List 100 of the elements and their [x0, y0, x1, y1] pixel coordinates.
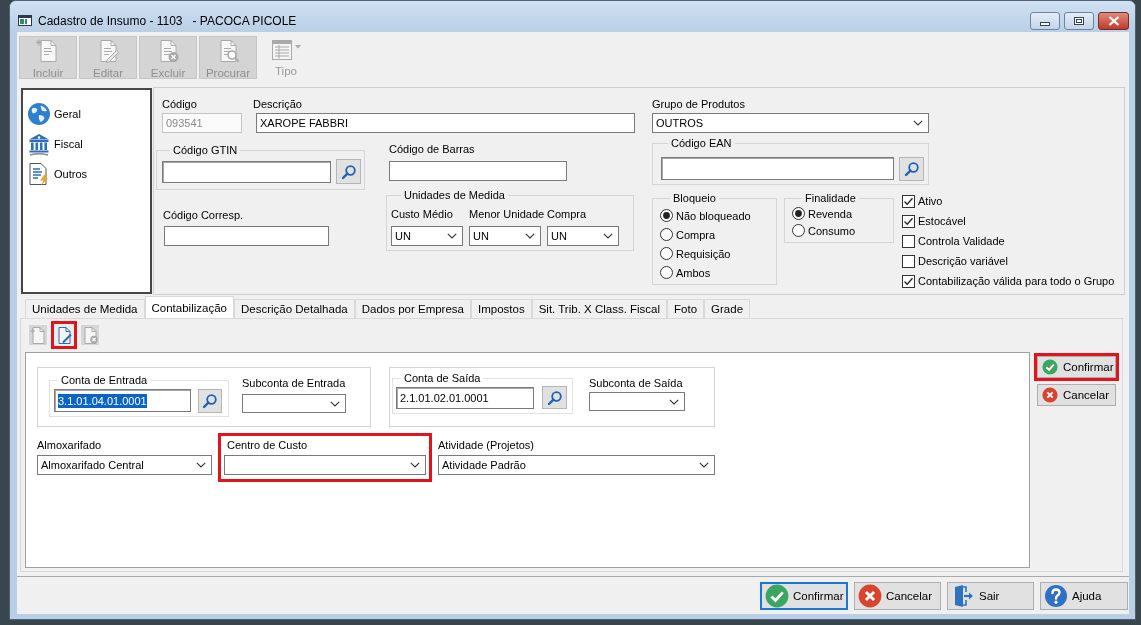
sidebar-item[interactable]: Outros: [27, 159, 150, 189]
cancel-button[interactable]: Cancelar: [1037, 384, 1116, 406]
dropdown[interactable]: UN: [547, 226, 619, 246]
group-title: Código GTIN: [172, 143, 239, 157]
tab[interactable]: Foto: [667, 299, 705, 318]
text-field[interactable]: 3.1.01.04.01.0001: [54, 389, 191, 412]
search-button[interactable]: [198, 389, 222, 413]
new-document-icon: [29, 326, 47, 344]
sidebar-item[interactable]: Fiscal: [27, 129, 150, 159]
dropdown[interactable]: [224, 455, 426, 475]
group-title: Bloqueio: [672, 191, 717, 205]
close-button[interactable]: [1098, 12, 1129, 30]
window-title: Cadastro de Insumo - 1103 - PACOCA PICOLE: [38, 14, 297, 28]
checkbox[interactable]: [902, 274, 915, 288]
radio-label: Consumo: [808, 223, 856, 238]
dropdown[interactable]: Almoxarifado Central: [37, 455, 212, 475]
text-field[interactable]: [164, 226, 329, 246]
checkbox[interactable]: [902, 194, 915, 208]
help-icon: [1044, 584, 1068, 608]
cancel-button[interactable]: Cancelar: [854, 582, 941, 610]
tab[interactable]: Contabilização: [144, 296, 234, 318]
help-button[interactable]: Ajuda: [1040, 582, 1128, 610]
checkbox[interactable]: [902, 234, 915, 248]
tab[interactable]: Dados por Empresa: [354, 299, 471, 318]
radio-button[interactable]: [660, 228, 673, 241]
chevron-down-icon: [603, 233, 613, 239]
confirm-button[interactable]: Confirmar: [1037, 356, 1116, 378]
check-circle-icon: [1042, 359, 1058, 375]
search-button[interactable]: [542, 386, 567, 409]
checkbox[interactable]: [902, 214, 915, 228]
caret-down-icon: [295, 45, 301, 49]
chevron-down-icon: [447, 233, 457, 239]
text-field[interactable]: XAROPE FABBRI: [256, 113, 635, 133]
text-field[interactable]: [162, 161, 331, 183]
radio-button[interactable]: [660, 266, 673, 279]
minimize-button[interactable]: [1030, 12, 1060, 30]
tab[interactable]: Sit. Trib. X Class. Fiscal: [531, 299, 668, 318]
radio-label: Não bloqueado: [676, 208, 751, 223]
field-label: Subconta de Entrada: [242, 376, 346, 390]
dropdown[interactable]: OUTROS: [652, 113, 929, 133]
close-icon: [1107, 16, 1120, 26]
checkbox-label: Controla Validade: [918, 234, 1005, 248]
chevron-down-icon: [330, 400, 340, 407]
document-pencil-icon: [55, 326, 73, 344]
search-button[interactable]: [336, 159, 361, 184]
group-title: Conta de Entrada: [60, 373, 149, 387]
exit-button[interactable]: Sair: [947, 582, 1034, 610]
radio-button[interactable]: [660, 209, 673, 222]
search-icon: [340, 163, 357, 180]
dropdown[interactable]: UN: [391, 226, 463, 246]
checkbox-label: Estocável: [918, 214, 966, 228]
maximize-icon: [1074, 17, 1084, 25]
chevron-down-icon: [669, 398, 679, 405]
checkbox-label: Descrição variável: [918, 254, 1008, 268]
radio-button[interactable]: [792, 224, 805, 237]
group-title: Código EAN: [670, 136, 733, 150]
app-window-icon: [18, 15, 32, 26]
chevron-down-icon: [196, 462, 206, 468]
minimize-icon: [1040, 21, 1050, 26]
field-label: Código Corresp.: [163, 208, 245, 222]
maximize-button[interactable]: [1064, 12, 1094, 30]
search-icon: [202, 393, 218, 409]
confirm-button[interactable]: Confirmar: [760, 582, 848, 610]
radio-button[interactable]: [660, 247, 673, 260]
text-field[interactable]: 2.1.01.02.01.0001: [396, 387, 534, 409]
tab[interactable]: Impostos: [471, 299, 532, 318]
dropdown[interactable]: Atividade Padrão: [438, 455, 715, 475]
group-title: Unidades de Medida: [403, 188, 506, 202]
dropdown[interactable]: [589, 392, 685, 411]
chevron-down-icon: [699, 462, 709, 468]
search-button[interactable]: [899, 157, 924, 181]
tab[interactable]: Unidades de Medida: [25, 299, 145, 318]
tab[interactable]: Grade: [704, 299, 751, 318]
checkbox[interactable]: [902, 254, 915, 268]
field-label: Subconta de Saída: [589, 376, 684, 390]
chevron-down-icon: [525, 233, 535, 239]
field-label: Código de Barras: [389, 142, 476, 156]
group-title: Conta de Saída: [403, 371, 482, 385]
radio-button[interactable]: [792, 207, 805, 220]
sidebar-item[interactable]: Geral: [27, 99, 150, 129]
tab[interactable]: Descrição Detalhada: [233, 299, 355, 318]
text-field[interactable]: [389, 161, 567, 181]
dropdown[interactable]: UN: [469, 226, 541, 246]
chevron-down-icon: [913, 120, 923, 126]
field-label: Grupo de Produtos: [652, 97, 746, 111]
new-document-icon: [36, 39, 60, 63]
text-field[interactable]: [661, 157, 894, 180]
field-label: Centro de Custo: [227, 438, 309, 452]
radio-label: Ambos: [676, 265, 711, 280]
cancel-circle-icon: [1042, 387, 1058, 403]
bank-icon: [27, 132, 51, 156]
dropdown[interactable]: [242, 394, 346, 413]
check-circle-icon: [765, 584, 789, 608]
field-label: Almoxarifado: [37, 438, 103, 452]
search-icon: [903, 161, 920, 177]
checkbox-label: Contabilização válida para todo o Grupo: [918, 274, 1115, 288]
field-label: Código: [162, 97, 198, 111]
globe-icon: [27, 102, 51, 126]
radio-label: Revenda: [808, 206, 853, 221]
document-delete-icon: [81, 326, 99, 344]
